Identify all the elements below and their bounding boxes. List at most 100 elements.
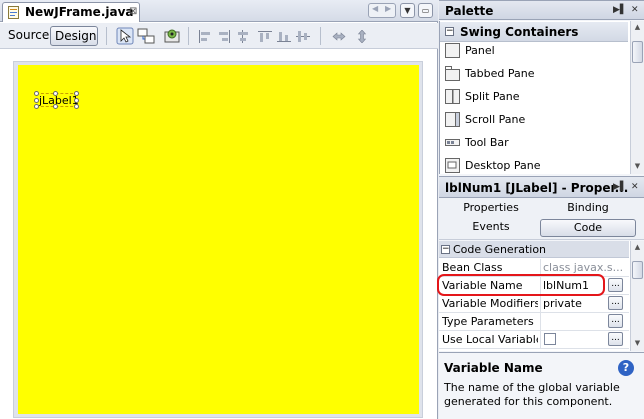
palette-title: Palette [445,4,494,18]
tab-code[interactable]: Code [540,219,636,237]
scroll-up-icon[interactable]: ▲ [632,22,643,33]
jframe-content-pane[interactable]: jLabel1 [18,65,419,414]
palette-item-label: Tabbed Pane [465,67,535,80]
palette-item-split-pane[interactable]: Split Pane [440,86,628,109]
tab-binding[interactable]: Binding [540,200,636,218]
preview-design-icon[interactable] [163,27,181,45]
resize-horizontal-icon[interactable] [332,30,346,43]
edit-type-parameters-button[interactable]: ... [608,314,623,328]
resize-handle[interactable] [34,98,39,103]
prop-row-type-parameters[interactable]: Type Parameters ... [439,313,629,331]
toolbar-separator [188,27,189,45]
palette-title-bar: Palette ▶▌ ✕ [439,0,644,20]
property-help-panel: Variable Name ? The name of the global v… [439,352,644,419]
toolbar-separator [320,27,321,45]
right-side-panels: Palette ▶▌ ✕ − Swing Containers Panel Ta… [439,0,644,419]
palette-item-label: Tool Bar [465,136,509,149]
prop-row-variable-modifiers[interactable]: Variable Modifiers private ... [439,295,629,313]
category-swing-containers[interactable]: − Swing Containers [440,22,628,42]
design-view-button[interactable]: Design [50,26,98,46]
resize-handle[interactable] [74,98,79,103]
properties-scrollbar[interactable]: ▲ ▼ [630,241,644,351]
minimize-panel-icon[interactable]: ▶▌ [613,5,627,15]
tab-scroll-group: ◀ ▶ [368,3,396,18]
align-top-icon[interactable] [258,30,272,43]
resize-vertical-icon[interactable] [355,30,369,43]
editor-panel: NewJFrame.java ⊠ ◀ ▶ ▼ ▭ Source Design j… [0,0,438,419]
prop-name: Variable Modifiers [442,297,538,310]
collapse-icon[interactable]: − [441,245,450,254]
scroll-up-icon[interactable]: ▲ [632,242,643,253]
properties-title: lblNum1 [JLabel] - Proper... [445,181,629,195]
palette-item-desktop-pane[interactable]: Desktop Pane [440,155,628,178]
resize-handle[interactable] [34,104,39,109]
scroll-down-icon[interactable]: ▼ [632,338,643,349]
palette-item-label: Split Pane [465,90,520,103]
help-icon[interactable]: ? [618,360,634,376]
toolbar-separator [106,27,107,45]
tab-events[interactable]: Events [443,219,539,237]
scroll-left-icon[interactable]: ◀ [372,4,378,13]
edit-variable-name-button[interactable]: ... [608,278,623,292]
resize-handle[interactable] [53,104,58,109]
align-bottom-icon[interactable] [277,30,291,43]
resize-handle[interactable] [74,91,79,96]
use-local-variable-checkbox[interactable] [544,333,556,345]
align-left-icon[interactable] [198,30,212,43]
panel-icon [445,43,460,58]
maximize-window-button[interactable]: ▭ [418,3,433,18]
column-divider [540,313,541,330]
palette-scrollbar[interactable]: ▲ ▼ [630,21,644,174]
resize-handle[interactable] [53,91,58,96]
properties-tab-strip: Properties Binding Events Code [439,198,644,240]
section-label: Code Generation [453,243,547,256]
center-vertical-icon[interactable] [296,30,310,43]
file-tab-title: NewJFrame.java [25,5,134,19]
tool-bar-icon [445,139,460,146]
prop-name: Bean Class [442,261,503,274]
resize-handle[interactable] [74,104,79,109]
palette-item-label: Desktop Pane [465,159,541,172]
design-canvas[interactable]: jLabel1 [0,50,437,419]
palette-item-tool-bar[interactable]: Tool Bar [440,132,628,155]
variable-name-highlight [437,274,605,296]
file-tab-newjframe[interactable]: NewJFrame.java ⊠ [2,2,140,22]
scrollbar-thumb[interactable] [632,261,643,279]
edit-modifiers-button[interactable]: ... [608,296,623,310]
scroll-pane-icon [445,112,460,127]
palette-item-scroll-pane[interactable]: Scroll Pane [440,109,628,132]
section-code-generation[interactable]: − Code Generation [439,241,629,258]
editor-tab-bar: NewJFrame.java ⊠ ◀ ▶ ▼ ▭ [0,0,438,22]
close-tab-icon[interactable]: ⊠ [129,6,137,17]
close-panel-icon[interactable]: ✕ [631,182,639,192]
source-view-button[interactable]: Source [4,26,53,46]
scroll-right-icon[interactable]: ▶ [385,4,391,13]
jlabel-component[interactable]: jLabel1 [34,91,79,109]
prop-name: Use Local Variable [442,333,538,346]
minimize-panel-icon[interactable]: ▶▌ [613,182,627,192]
show-documents-button[interactable]: ▼ [400,3,415,18]
prop-value: private [543,297,582,310]
resize-handle[interactable] [34,91,39,96]
collapse-icon[interactable]: − [445,27,454,36]
center-horizontal-icon[interactable] [236,30,250,43]
column-divider [540,295,541,312]
palette-item-tabbed-pane[interactable]: Tabbed Pane [440,63,628,86]
close-panel-icon[interactable]: ✕ [631,5,639,15]
scrollbar-thumb[interactable] [632,41,643,63]
edit-local-variable-button[interactable]: ... [608,332,623,346]
tab-properties[interactable]: Properties [443,200,539,218]
column-divider [540,331,541,348]
selection-mode-icon[interactable] [116,27,134,45]
connection-mode-icon[interactable] [137,27,155,45]
java-file-icon [8,6,19,19]
prop-value: class javax.s... [543,261,623,274]
palette-body: − Swing Containers Panel Tabbed Pane Spl… [439,21,644,174]
align-right-icon[interactable] [217,30,231,43]
palette-item-label: Scroll Pane [465,113,526,126]
help-title: Variable Name [444,361,543,375]
properties-title-bar: lblNum1 [JLabel] - Proper... ▶▌ ✕ [439,176,644,198]
scroll-down-icon[interactable]: ▼ [632,161,643,172]
prop-row-use-local-variable[interactable]: Use Local Variable ... [439,331,629,349]
palette-item-panel[interactable]: Panel [440,40,628,63]
